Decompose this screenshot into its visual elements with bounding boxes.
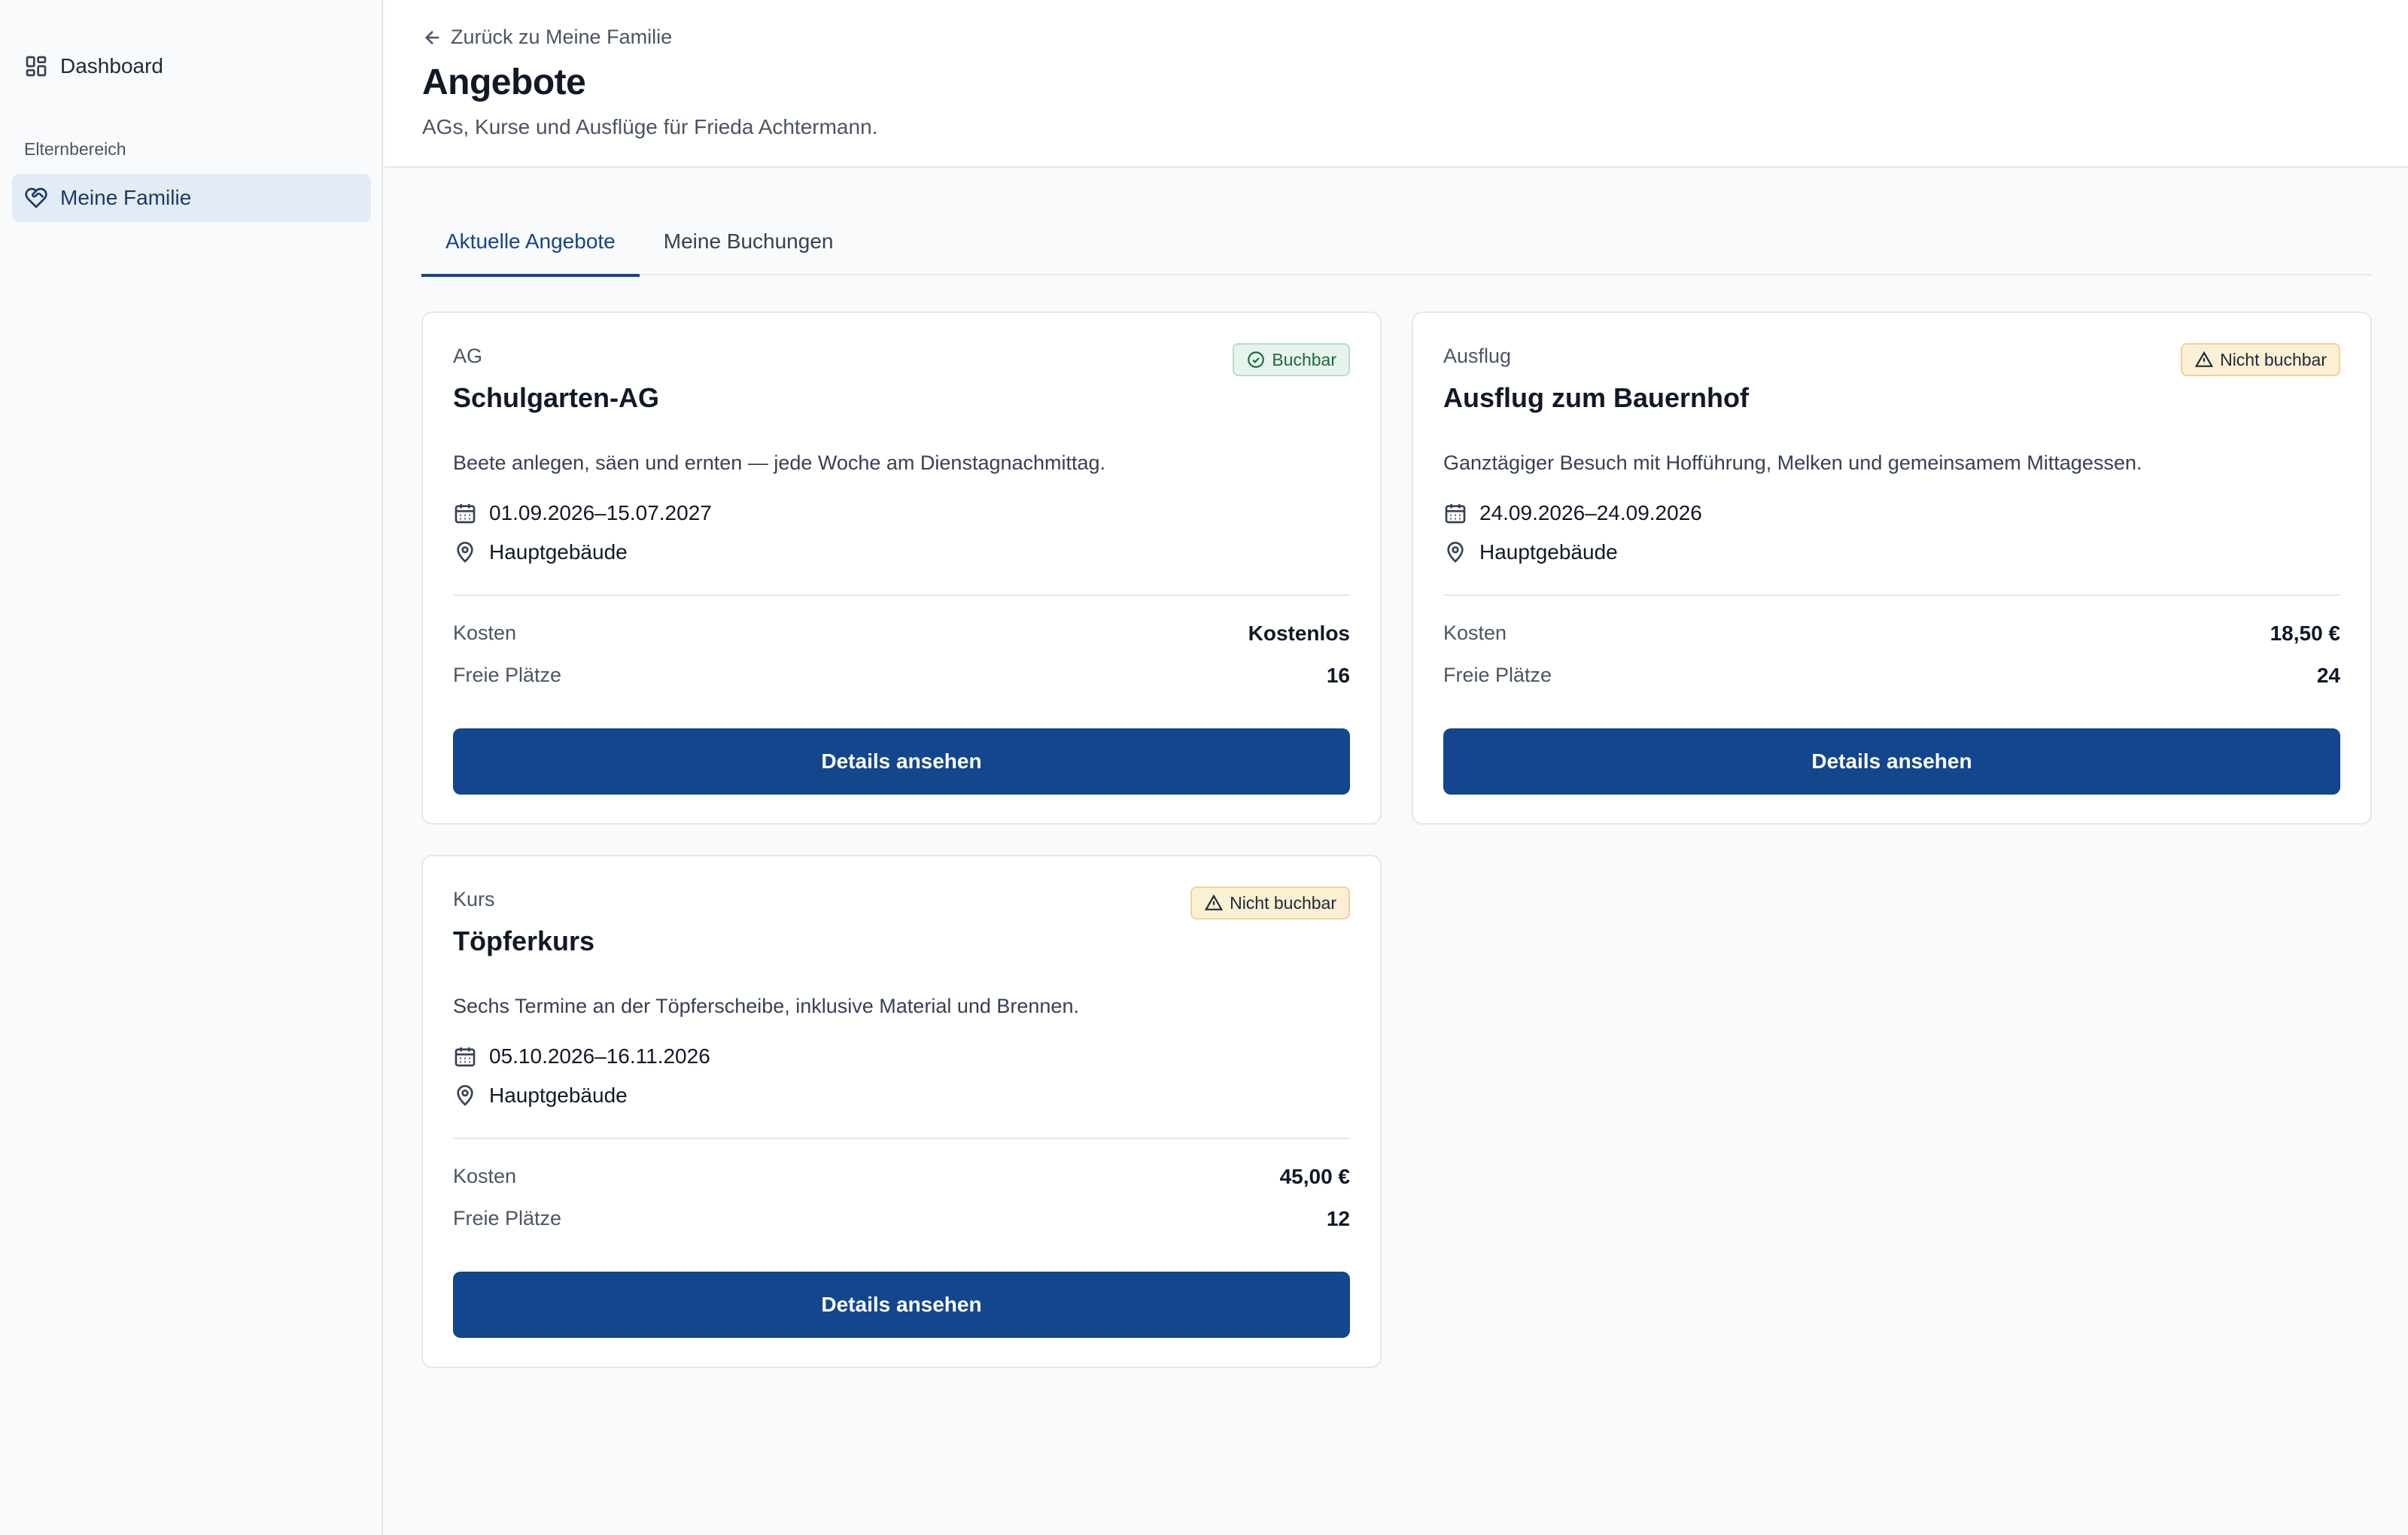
calendar-icon: [453, 1044, 477, 1068]
offer-location: Hauptgebäude: [1443, 540, 1618, 564]
offer-location-label: Hauptgebäude: [489, 540, 628, 564]
offer-type: Ausflug: [1443, 345, 1512, 367]
details-button[interactable]: Details ansehen: [453, 1272, 1350, 1338]
offer-description: Beete anlegen, säen und ernten — jede Wo…: [453, 451, 1106, 474]
offer-type: Kurs: [453, 888, 495, 910]
offer-location-label: Hauptgebäude: [1479, 540, 1618, 564]
offer-description: Sechs Termine an der Töpferscheibe, inkl…: [453, 995, 1079, 1017]
offer-cost: Kosten 18,50 €: [1443, 622, 2340, 646]
heart-handshake-icon: [24, 186, 48, 210]
offer-date-label: 01.09.2026–15.07.2027: [489, 501, 712, 524]
page-title: Angebote: [422, 62, 586, 102]
sidebar-item-meine-familie[interactable]: Meine Familie: [12, 174, 371, 222]
cost-label: Kosten: [1443, 622, 1507, 644]
offer-card: Ausflug Nicht buchbar Ausflug zum Bauern…: [1412, 312, 2372, 825]
slots-value: 16: [1326, 664, 1350, 687]
slots-label: Freie Plätze: [453, 664, 562, 686]
status-badge: Nicht buchbar: [1190, 886, 1350, 919]
slots-value: 12: [1326, 1207, 1350, 1230]
offer-title: Töpferkurs: [453, 926, 595, 956]
offer-card: AG Buchbar Schulgarten-AG Beete anlegen,…: [421, 312, 1382, 825]
offer-cost: Kosten 45,00 €: [453, 1165, 1350, 1189]
offer-slots: Freie Plätze 24: [1443, 664, 2340, 688]
tab-aktuelle-angebote[interactable]: Aktuelle Angebote: [421, 208, 640, 277]
status-badge-label: Buchbar: [1272, 349, 1336, 369]
sidebar-item-dashboard[interactable]: Dashboard: [12, 42, 371, 90]
offer-card: Kurs Nicht buchbar Töpferkurs Sechs Term…: [421, 855, 1382, 1368]
warning-triangle-icon: [2194, 350, 2214, 369]
sidebar-section-label: Elternbereich: [24, 139, 126, 159]
arrow-left-icon: [422, 27, 443, 48]
card-divider: [453, 1138, 1350, 1139]
cost-value: Kostenlos: [1248, 622, 1350, 645]
calendar-icon: [453, 501, 477, 525]
tabs: Aktuelle Angebote Meine Buchungen: [421, 208, 2372, 277]
slots-label: Freie Plätze: [1443, 664, 1552, 686]
offer-type: AG: [453, 345, 483, 367]
offer-date-label: 24.09.2026–24.09.2026: [1479, 501, 1702, 524]
page-subtitle: AGs, Kurse und Ausflüge für Frieda Achte…: [422, 115, 878, 138]
back-link-label: Zurück zu Meine Familie: [451, 26, 673, 48]
sidebar-item-label: Dashboard: [60, 54, 163, 78]
sidebar: Dashboard Elternbereich Meine Familie: [0, 0, 383, 1535]
offer-date: 01.09.2026–15.07.2027: [453, 501, 712, 525]
offer-description: Ganztägiger Besuch mit Hofführung, Melke…: [1443, 451, 2142, 474]
status-badge-label: Nicht buchbar: [1230, 892, 1336, 913]
back-link[interactable]: Zurück zu Meine Familie: [422, 26, 672, 49]
offer-date: 05.10.2026–16.11.2026: [453, 1044, 710, 1068]
offer-slots: Freie Plätze 12: [453, 1207, 1350, 1231]
map-pin-icon: [453, 540, 477, 564]
offer-cost: Kosten Kostenlos: [453, 622, 1350, 646]
status-badge: Nicht buchbar: [2181, 343, 2340, 376]
cost-label: Kosten: [453, 622, 517, 644]
cost-value: 45,00 €: [1279, 1165, 1350, 1188]
sidebar-item-label: Meine Familie: [60, 186, 192, 209]
offer-title: Ausflug zum Bauernhof: [1443, 382, 1749, 413]
cost-value: 18,50 €: [2270, 622, 2340, 645]
offer-location-label: Hauptgebäude: [489, 1084, 628, 1107]
offer-title: Schulgarten-AG: [453, 382, 660, 413]
warning-triangle-icon: [1204, 893, 1224, 913]
map-pin-icon: [453, 1084, 477, 1108]
calendar-icon: [1443, 501, 1467, 525]
offer-date: 24.09.2026–24.09.2026: [1443, 501, 1702, 525]
offer-slots: Freie Plätze 16: [453, 664, 1350, 688]
details-button[interactable]: Details ansehen: [1443, 728, 2340, 795]
dashboard-icon: [24, 54, 48, 78]
map-pin-icon: [1443, 540, 1467, 564]
details-button[interactable]: Details ansehen: [453, 728, 1350, 795]
offer-location: Hauptgebäude: [453, 540, 628, 564]
status-badge: Buchbar: [1233, 343, 1350, 376]
card-divider: [453, 594, 1350, 596]
status-badge-label: Nicht buchbar: [2220, 349, 2327, 369]
page-header: Zurück zu Meine Familie Angebote AGs, Ku…: [385, 0, 2408, 168]
card-divider: [1443, 594, 2340, 596]
offer-date-label: 05.10.2026–16.11.2026: [489, 1044, 710, 1068]
check-circle-icon: [1246, 350, 1266, 369]
slots-value: 24: [2316, 664, 2340, 687]
tab-meine-buchungen[interactable]: Meine Buchungen: [640, 208, 858, 275]
slots-label: Freie Plätze: [453, 1207, 562, 1230]
cost-label: Kosten: [453, 1165, 517, 1187]
offer-location: Hauptgebäude: [453, 1084, 628, 1108]
